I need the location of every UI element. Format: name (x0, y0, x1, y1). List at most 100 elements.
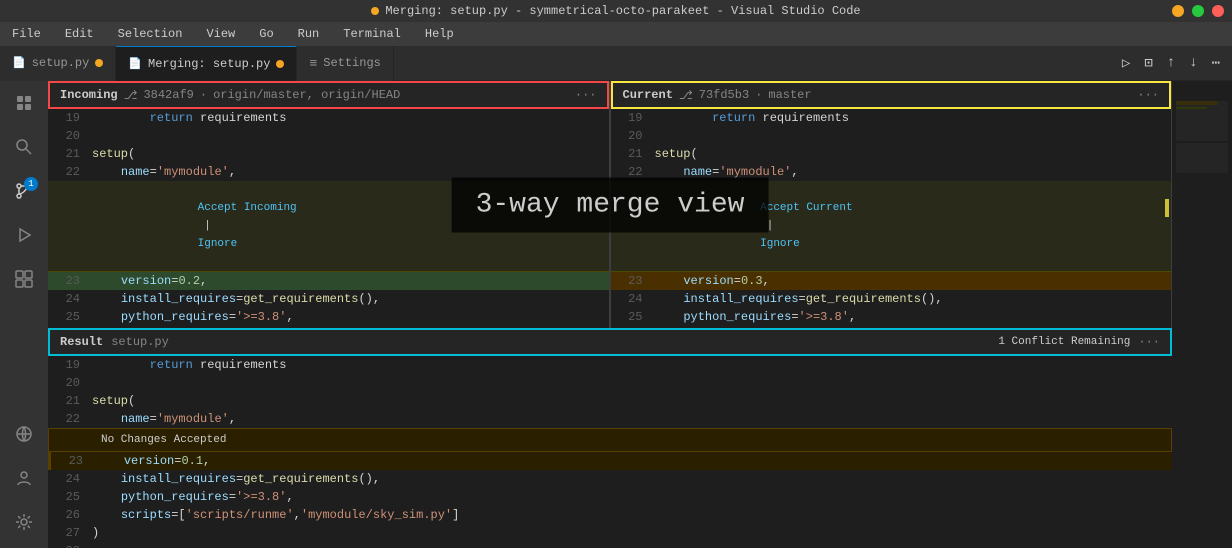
code-line: 25 python_requires='>=3.8', (48, 308, 609, 326)
tab-merging-setup-py[interactable]: 📄 Merging: setup.py (116, 46, 297, 81)
current-menu[interactable]: ··· (1137, 88, 1159, 102)
code-line: 19 return requirements (611, 109, 1172, 127)
editor-area: Incoming ⎇ 3842af9 · origin/master, orig… (48, 81, 1172, 548)
menu-go[interactable]: Go (255, 25, 277, 43)
code-line: 19 return requirements (48, 356, 1172, 374)
current-commit: 73fd5b3 (699, 88, 749, 102)
tab-actions: ▷ ⊡ ↑ ↓ ⋯ (1118, 53, 1232, 74)
incoming-menu[interactable]: ··· (575, 88, 597, 102)
result-code-area[interactable]: 19 return requirements 20 21setup( 22 na… (48, 356, 1172, 548)
title-bar: Merging: setup.py - symmetrical-octo-par… (0, 0, 1232, 22)
result-menu[interactable]: ··· (1138, 335, 1160, 349)
code-line: 24 install_requires=get_requirements(), (48, 290, 609, 308)
minimap (1172, 81, 1232, 548)
accept-incoming-link[interactable]: Accept Incoming (198, 202, 297, 214)
code-line: 22 name='mymodule', (48, 163, 609, 181)
tab-label-setup-py: setup.py (32, 56, 90, 70)
code-line: 21setup( (48, 392, 1172, 410)
incoming-header-left: Incoming ⎇ 3842af9 · origin/master, orig… (60, 88, 400, 103)
menu-edit[interactable]: Edit (61, 25, 98, 43)
activity-bar: 1 (0, 81, 48, 548)
code-line: 28 (48, 542, 1172, 548)
code-line: 21setup( (48, 145, 609, 163)
tab-dot-setup-py (95, 59, 103, 67)
tab-bar: 📄 setup.py 📄 Merging: setup.py ≡ Setting… (0, 46, 1232, 81)
minimize-button[interactable] (1172, 5, 1184, 17)
activity-explorer[interactable] (6, 85, 42, 121)
conflict-actions-current: Accept Current | Ignore (611, 181, 1172, 272)
merge-panels: Incoming ⎇ 3842af9 · origin/master, orig… (48, 81, 1172, 548)
activity-settings[interactable] (6, 504, 42, 540)
tab-settings[interactable]: ≡ Settings (297, 46, 393, 81)
activity-debug[interactable] (6, 217, 42, 253)
ignore-incoming-link[interactable]: Ignore (198, 238, 238, 250)
current-branch-icon: ⎇ (679, 88, 693, 103)
result-panel-header: Result setup.py 1 Conflict Remaining ··· (48, 328, 1172, 356)
result-header-right: 1 Conflict Remaining ··· (998, 335, 1160, 349)
ignore-current-link[interactable]: Ignore (760, 238, 800, 250)
minimap-content (1174, 85, 1230, 175)
no-changes-bar: No Changes Accepted (48, 428, 1172, 452)
split-editor-button[interactable]: ⊡ (1140, 53, 1156, 74)
current-dot: · (755, 88, 762, 102)
top-panels-wrapper: Incoming ⎇ 3842af9 · origin/master, orig… (48, 81, 1172, 328)
window-controls (1172, 5, 1224, 17)
incoming-label: Incoming (60, 88, 118, 102)
tab-icon-settings: ≡ (309, 56, 317, 71)
window-title: Merging: setup.py - symmetrical-octo-par… (385, 4, 860, 18)
tab-icon-merging: 📄 (128, 57, 142, 71)
current-header-left: Current ⎇ 73fd5b3 · master (623, 88, 812, 103)
code-line: 26 scripts=['scripts/runme','mymodule/sk… (611, 326, 1172, 328)
conflict-status: 1 Conflict Remaining (998, 336, 1130, 348)
tab-label-merging: Merging: setup.py (148, 57, 270, 71)
result-label: Result (60, 335, 103, 349)
accept-current-link[interactable]: Accept Current (760, 202, 852, 214)
menu-file[interactable]: File (8, 25, 45, 43)
code-line: 25 python_requires='>=3.8', (611, 308, 1172, 326)
next-conflict-button[interactable]: ↓ (1185, 53, 1201, 73)
prev-conflict-button[interactable]: ↑ (1163, 53, 1179, 73)
menu-view[interactable]: View (202, 25, 239, 43)
incoming-code-area[interactable]: 19 return requirements 20 21setup( 22 na… (48, 109, 609, 328)
activity-remote[interactable] (6, 416, 42, 452)
code-line: 19 return requirements (48, 109, 609, 127)
close-button[interactable] (1212, 5, 1224, 17)
tab-dot-merging (276, 60, 284, 68)
source-control-badge: 1 (24, 177, 38, 191)
current-code-area[interactable]: 19 return requirements 20 21setup( 22 na… (611, 109, 1172, 328)
code-line: 20 (48, 127, 609, 145)
code-line: 27) (48, 524, 1172, 542)
result-header-left: Result setup.py (60, 335, 169, 349)
main-area: 1 (0, 81, 1232, 548)
incoming-dot: · (200, 88, 207, 102)
menu-help[interactable]: Help (421, 25, 458, 43)
activity-account[interactable] (6, 460, 42, 496)
conflict-gutter-marker (1165, 199, 1169, 217)
current-conflict-line: 23 version=0.3, (611, 272, 1172, 290)
conflict-actions-incoming: Accept Incoming | Ignore (48, 181, 609, 272)
incoming-refs: origin/master, origin/HEAD (213, 88, 400, 102)
activity-extensions[interactable] (6, 261, 42, 297)
code-line: 25 python_requires='>=3.8', (48, 488, 1172, 506)
activity-source-control[interactable]: 1 (6, 173, 42, 209)
more-actions-button[interactable]: ⋯ (1208, 53, 1224, 74)
menu-run[interactable]: Run (294, 25, 324, 43)
title-dot (371, 7, 379, 15)
code-line: 21setup( (611, 145, 1172, 163)
code-line: 22 name='mymodule', (48, 410, 1172, 428)
menu-selection[interactable]: Selection (114, 25, 187, 43)
tab-setup-py[interactable]: 📄 setup.py (0, 46, 116, 81)
menu-terminal[interactable]: Terminal (339, 25, 405, 43)
code-line: 24 install_requires=get_requirements(), (48, 470, 1172, 488)
code-line: 20 (48, 374, 1172, 392)
incoming-panel-header: Incoming ⎇ 3842af9 · origin/master, orig… (48, 81, 609, 109)
activity-search[interactable] (6, 129, 42, 165)
current-panel: Current ⎇ 73fd5b3 · master ··· 19 return… (611, 81, 1173, 328)
current-refs: master (768, 88, 811, 102)
incoming-branch-icon: ⎇ (124, 88, 138, 103)
run-button[interactable]: ▷ (1118, 53, 1134, 74)
maximize-button[interactable] (1192, 5, 1204, 17)
current-panel-header: Current ⎇ 73fd5b3 · master ··· (611, 81, 1172, 109)
incoming-panel: Incoming ⎇ 3842af9 · origin/master, orig… (48, 81, 610, 328)
incoming-conflict-line: 23 version=0.2, (48, 272, 609, 290)
